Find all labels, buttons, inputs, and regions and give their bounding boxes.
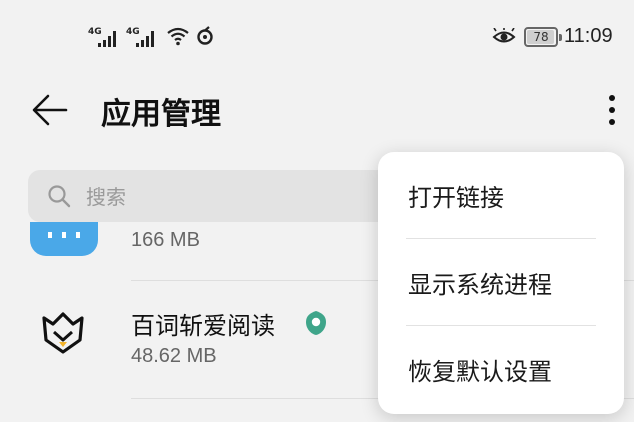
app-size: 166 MB xyxy=(131,229,200,251)
menu-item-label: 打开链接 xyxy=(408,184,504,212)
menu-item-show-system-processes[interactable]: 显示系统进程 xyxy=(378,239,624,325)
back-arrow-icon[interactable] xyxy=(30,90,70,130)
app-size: 48.62 MB xyxy=(131,345,217,367)
battery-level: 78 xyxy=(533,30,549,44)
page-title: 应用管理 xyxy=(101,97,221,132)
clock: 11:09 xyxy=(564,25,613,47)
overflow-menu: 打开链接 显示系统进程 恢复默认设置 xyxy=(378,152,624,414)
menu-item-label: 恢复默认设置 xyxy=(408,358,552,386)
search-icon xyxy=(48,185,71,208)
menu-item-label: 显示系统进程 xyxy=(408,271,552,299)
menu-item-open-links[interactable]: 打开链接 xyxy=(378,152,624,238)
app-icon xyxy=(30,222,98,256)
notification-icon xyxy=(197,26,213,45)
app-icon[interactable] xyxy=(40,310,86,356)
verified-badge-icon xyxy=(306,311,326,335)
search-input[interactable] xyxy=(84,170,428,224)
eye-comfort-icon xyxy=(492,28,516,43)
app-name[interactable]: 百词斩爱阅读 xyxy=(131,306,275,341)
status-bar: 4G 4G 78 11:09 xyxy=(0,0,634,76)
app-bar: 应用管理 xyxy=(0,76,634,152)
menu-item-restore-defaults[interactable]: 恢复默认设置 xyxy=(378,326,624,412)
wifi-icon xyxy=(167,27,189,46)
more-options-icon[interactable] xyxy=(600,90,624,130)
battery-icon: 78 xyxy=(524,27,562,47)
